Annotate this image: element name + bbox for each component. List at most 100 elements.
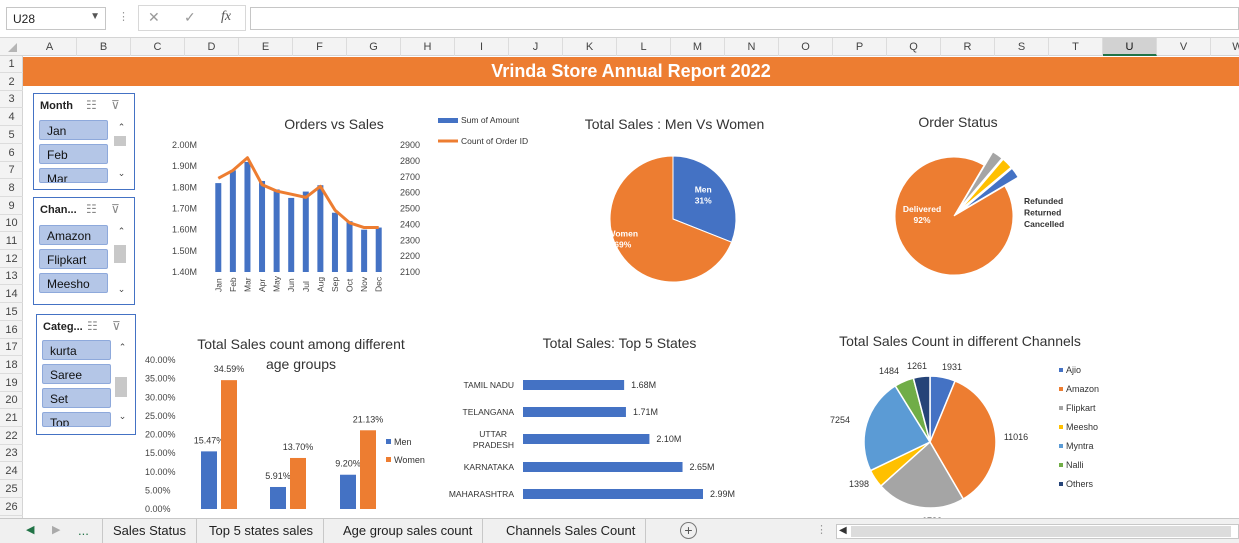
column-header-c[interactable]: C [131, 38, 185, 56]
function-icon[interactable]: fx [221, 9, 231, 25]
clear-filter-icon[interactable]: ⊽ [112, 319, 121, 333]
scroll-down-icon[interactable]: ⌄ [116, 411, 129, 422]
slicer-item-flipkart[interactable]: Flipkart [39, 249, 108, 269]
column-header-q[interactable]: Q [887, 38, 941, 56]
row-header-23[interactable]: 23 [0, 445, 23, 463]
order-status-chart[interactable]: Order Status Delivered 92% Refunded Returne… [808, 104, 1108, 301]
enter-icon[interactable]: ✓ [184, 9, 196, 26]
column-header-n[interactable]: N [725, 38, 779, 56]
column-header-u[interactable]: U [1103, 38, 1157, 56]
clear-filter-icon[interactable]: ⊽ [111, 202, 120, 216]
column-header-i[interactable]: I [455, 38, 509, 56]
column-header-m[interactable]: M [671, 38, 725, 56]
scrollbar-thumb[interactable] [851, 526, 1231, 537]
row-header-5[interactable]: 5 [0, 127, 23, 144]
slicer-item-feb[interactable]: Feb [39, 144, 108, 164]
tab-top-5-states-sales[interactable]: Top 5 states sales [199, 519, 325, 543]
channel-slicer[interactable]: Chan... ☷ ⊽ Amazon Flipkart Meesho ⌃ ⌄ [33, 197, 135, 305]
slicer-item-meesho[interactable]: Meesho [39, 273, 108, 293]
scroll-up-icon[interactable]: ⌃ [115, 122, 128, 133]
column-header-s[interactable]: S [995, 38, 1049, 56]
row-header-10[interactable]: 10 [0, 215, 23, 233]
slicer-item-kurta[interactable]: kurta [42, 340, 111, 360]
column-header-g[interactable]: G [347, 38, 401, 56]
slicer-item-saree[interactable]: Saree [42, 364, 111, 384]
scroll-up-icon[interactable]: ⌃ [116, 342, 129, 353]
row-header-20[interactable]: 20 [0, 392, 23, 410]
row-header-9[interactable]: 9 [0, 198, 23, 215]
column-header-r[interactable]: R [941, 38, 995, 56]
row-header-8[interactable]: 8 [0, 180, 23, 197]
row-header-3[interactable]: 3 [0, 91, 23, 109]
slicer-item-set[interactable]: Set [42, 388, 111, 408]
name-box[interactable]: U28 ▼ [6, 7, 106, 30]
men-vs-women-chart[interactable]: Total Sales : Men Vs Women Men 31% Women 69… [551, 106, 798, 304]
row-header-24[interactable]: 24 [0, 463, 23, 481]
tab-prev-icon[interactable]: ◀ [26, 523, 34, 536]
multi-select-icon[interactable]: ☷ [86, 98, 97, 112]
column-header-v[interactable]: V [1157, 38, 1211, 56]
clear-filter-icon[interactable]: ⊽ [111, 98, 120, 112]
column-header-t[interactable]: T [1049, 38, 1103, 56]
month-slicer[interactable]: Month ☷ ⊽ Jan Feb Mar ⌃ ⌄ [33, 93, 135, 190]
tab-sales-status[interactable]: Sales Status [102, 519, 197, 543]
row-header-26[interactable]: 26 [0, 499, 23, 516]
top-states-chart[interactable]: Total Sales: Top 5 States 1.68M TAMIL NAD… [446, 325, 793, 518]
tab-next-icon[interactable]: ▶ [52, 523, 60, 536]
slicer-scrollbar[interactable] [114, 136, 126, 146]
row-header-15[interactable]: 15 [0, 304, 23, 321]
row-header-2[interactable]: 2 [0, 74, 23, 91]
column-header-j[interactable]: J [509, 38, 563, 56]
channels-chart[interactable]: Total Sales Count in different Channels … [800, 324, 1120, 518]
row-header-1[interactable]: 1 [0, 56, 23, 73]
slicer-scrollbar[interactable] [115, 377, 127, 397]
row-header-17[interactable]: 17 [0, 339, 23, 357]
select-all-icon[interactable] [8, 43, 17, 52]
row-header-25[interactable]: 25 [0, 481, 23, 498]
orders-vs-sales-chart[interactable]: Orders vs Sales 2.00M 1.90M 1.80M 1.70M 1.60… [166, 106, 542, 304]
scroll-down-icon[interactable]: ⌄ [115, 168, 128, 179]
multi-select-icon[interactable]: ☷ [86, 202, 97, 216]
column-header-d[interactable]: D [185, 38, 239, 56]
chevron-down-icon[interactable]: ▼ [90, 11, 100, 22]
slicer-item-jan[interactable]: Jan [39, 120, 108, 140]
column-header-a[interactable]: A [23, 38, 77, 56]
slicer-item-mar[interactable]: Mar [39, 168, 108, 183]
column-header-h[interactable]: H [401, 38, 455, 56]
row-header-14[interactable]: 14 [0, 286, 23, 304]
row-header-13[interactable]: 13 [0, 268, 23, 286]
formula-input[interactable] [250, 7, 1239, 30]
row-header-11[interactable]: 11 [0, 233, 23, 250]
slicer-item-top[interactable]: Top [42, 412, 111, 427]
row-header-12[interactable]: 12 [0, 251, 23, 268]
column-header-b[interactable]: B [77, 38, 131, 56]
column-header-w[interactable]: W [1211, 38, 1239, 56]
column-header-l[interactable]: L [617, 38, 671, 56]
tab-channels-sales-count[interactable]: Channels Sales Count [496, 519, 647, 543]
column-header-k[interactable]: K [563, 38, 617, 56]
row-header-7[interactable]: 7 [0, 162, 23, 180]
row-header-22[interactable]: 22 [0, 428, 23, 445]
column-header-e[interactable]: E [239, 38, 293, 56]
age-group-chart[interactable]: Total Sales count among different age gr… [143, 325, 439, 518]
column-header-o[interactable]: O [779, 38, 833, 56]
slicer-item-amazon[interactable]: Amazon [39, 225, 108, 245]
scroll-left-icon[interactable]: ◀ [839, 525, 847, 536]
horizontal-scrollbar[interactable]: ◀ [836, 524, 1239, 539]
cancel-icon[interactable]: ✕ [148, 9, 160, 26]
scroll-down-icon[interactable]: ⌄ [115, 284, 128, 295]
row-header-21[interactable]: 21 [0, 410, 23, 427]
slicer-scrollbar[interactable] [114, 245, 126, 263]
column-header-f[interactable]: F [293, 38, 347, 56]
tab-age-group-sales-count[interactable]: Age group sales count [333, 519, 484, 543]
row-header-6[interactable]: 6 [0, 145, 23, 162]
add-sheet-icon[interactable]: + [680, 522, 697, 539]
row-header-4[interactable]: 4 [0, 109, 23, 127]
row-header-16[interactable]: 16 [0, 322, 23, 339]
column-header-p[interactable]: P [833, 38, 887, 56]
row-header-18[interactable]: 18 [0, 357, 23, 374]
more-tabs[interactable]: ... [78, 523, 89, 538]
scroll-up-icon[interactable]: ⌃ [115, 226, 128, 237]
multi-select-icon[interactable]: ☷ [87, 319, 98, 333]
category-slicer[interactable]: Categ... ☷ ⊽ kurta Saree Set Top ⌃ ⌄ [36, 314, 136, 435]
